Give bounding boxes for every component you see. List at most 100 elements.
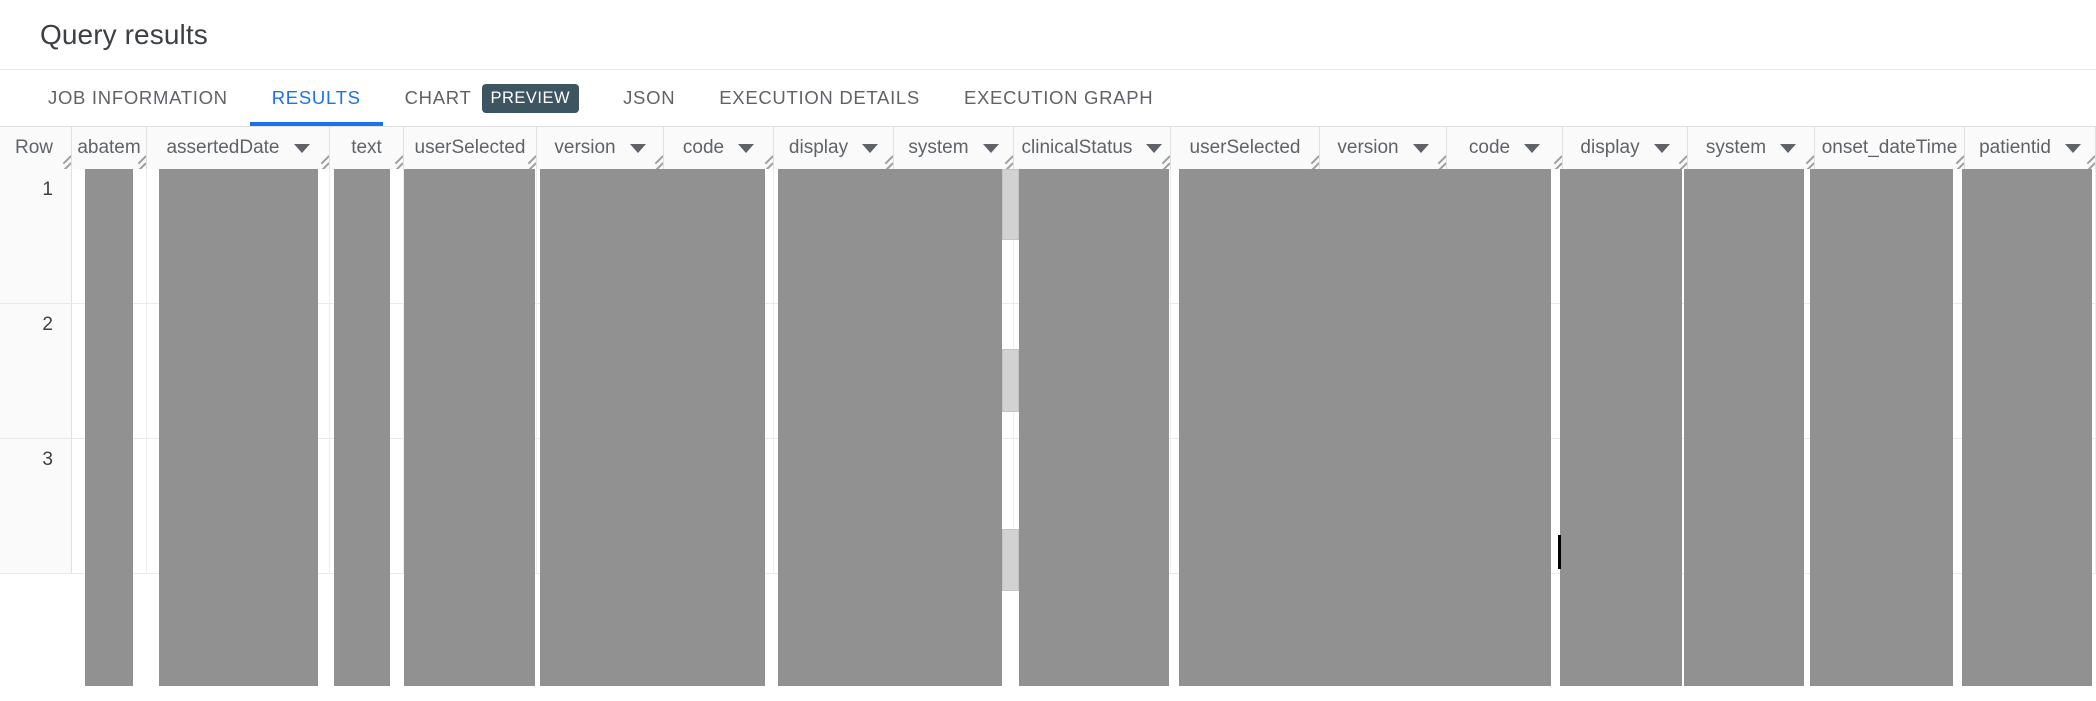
results-table: Row abatem assertedDate text userSelected ver…: [0, 126, 2096, 701]
column-header-system[interactable]: system: [1688, 127, 1815, 169]
tab-label: CHART: [404, 87, 472, 108]
row-number-cell[interactable]: 1: [0, 169, 72, 303]
column-resize-handle-icon[interactable]: [519, 152, 535, 168]
column-header-code[interactable]: code: [1447, 127, 1563, 169]
chevron-down-icon[interactable]: [1653, 143, 1670, 153]
row-number: 2: [42, 314, 53, 335]
panel-header: Query results: [0, 0, 2096, 70]
column-resize-handle-icon[interactable]: [312, 152, 328, 168]
column-header-version[interactable]: version: [537, 127, 664, 169]
column-header-label: display: [788, 137, 849, 158]
preview-badge: PREVIEW: [481, 83, 580, 113]
column-header-abatem[interactable]: abatem: [72, 127, 147, 169]
column-header-label: assertedDate: [166, 137, 280, 158]
column-header-userselected[interactable]: userSelected: [404, 127, 537, 169]
column-header-display[interactable]: display: [774, 127, 894, 169]
column-header-label: onset_dateTime: [1821, 137, 1958, 158]
column-resize-handle-icon[interactable]: [1797, 152, 1813, 168]
table-header-row: Row abatem assertedDate text userSelected ver…: [0, 127, 2096, 169]
column-header-label: code: [1468, 137, 1511, 158]
text-cursor-caret: [1558, 535, 1561, 569]
cell-scrollbar-thumb[interactable]: [1002, 349, 1019, 412]
column-header-label: userSelected: [1189, 137, 1301, 158]
column-header-label: display: [1580, 137, 1640, 158]
column-resize-handle-icon[interactable]: [1670, 152, 1686, 168]
column-header-label: userSelected: [414, 137, 526, 158]
column-header-asserteddate[interactable]: assertedDate: [147, 127, 330, 169]
redacted-cell-block: [1434, 169, 1551, 686]
column-header-label: version: [554, 137, 616, 158]
column-header-label: code: [682, 137, 725, 158]
redacted-cell-block: [404, 169, 535, 686]
column-resize-handle-icon[interactable]: [386, 152, 402, 168]
page-title: Query results: [40, 18, 208, 50]
tab-label: EXECUTION GRAPH: [963, 87, 1154, 108]
tab-json[interactable]: JSON: [601, 70, 697, 126]
column-header-code[interactable]: code: [664, 127, 774, 169]
chevron-down-icon[interactable]: [738, 143, 755, 153]
chevron-down-icon[interactable]: [1780, 143, 1797, 153]
tab-execution-graph[interactable]: EXECUTION GRAPH: [942, 70, 1175, 126]
column-resize-handle-icon[interactable]: [54, 152, 70, 168]
column-resize-handle-icon[interactable]: [876, 152, 892, 168]
row-number: 3: [42, 449, 53, 470]
column-header-userselected[interactable]: userSelected: [1171, 127, 1320, 169]
tab-execution-details[interactable]: EXECUTION DETAILS: [697, 70, 942, 126]
column-header-label: text: [351, 137, 382, 158]
column-resize-handle-icon[interactable]: [756, 152, 772, 168]
cell-scrollbar-thumb[interactable]: [1002, 529, 1019, 591]
redacted-cell-block: [85, 169, 133, 686]
column-header-label: clinicalStatus: [1021, 137, 1133, 158]
column-header-display[interactable]: display: [1563, 127, 1688, 169]
tab-results[interactable]: RESULTS: [249, 70, 383, 126]
redacted-cell-block: [334, 169, 390, 686]
column-header-label: system: [908, 137, 969, 158]
column-header-patientid[interactable]: patientid: [1965, 127, 2096, 169]
redacted-cell-block: [1316, 169, 1438, 686]
redacted-cell-block: [1179, 169, 1322, 686]
column-resize-handle-icon[interactable]: [1545, 152, 1561, 168]
row-number: 1: [42, 179, 53, 200]
column-resize-handle-icon[interactable]: [129, 152, 145, 168]
redacted-cell-block: [1684, 169, 1804, 686]
column-resize-handle-icon[interactable]: [1429, 152, 1445, 168]
column-resize-handle-icon[interactable]: [1153, 152, 1169, 168]
chevron-down-icon[interactable]: [1412, 143, 1429, 153]
redacted-cell-block: [159, 169, 318, 686]
column-header-text[interactable]: text: [330, 127, 404, 169]
tab-label: EXECUTION DETAILS: [719, 87, 920, 108]
tab-job-information[interactable]: JOB INFORMATION: [26, 70, 250, 126]
row-number-cell[interactable]: 3: [0, 439, 72, 573]
column-header-label: patientid: [1979, 137, 2051, 158]
redacted-cell-block: [1962, 169, 2092, 686]
results-tab-bar: JOB INFORMATION RESULTS CHART PREVIEW JSON EX…: [0, 70, 2096, 126]
query-results-panel: Query results JOB INFORMATION RESULTS CHAR…: [0, 0, 2096, 701]
chevron-down-icon[interactable]: [293, 143, 310, 153]
chevron-down-icon[interactable]: [629, 143, 646, 153]
redacted-cell-block: [655, 169, 765, 686]
column-resize-handle-icon[interactable]: [2078, 152, 2094, 168]
redacted-cell-block: [540, 169, 665, 686]
column-header-row[interactable]: Row: [0, 127, 72, 169]
column-resize-handle-icon[interactable]: [996, 152, 1012, 168]
column-resize-handle-icon[interactable]: [646, 152, 662, 168]
column-header-label: version: [1337, 137, 1399, 158]
column-header-system[interactable]: system: [894, 127, 1014, 169]
cell-scrollbar-thumb[interactable]: [1002, 169, 1019, 240]
chevron-down-icon[interactable]: [1524, 143, 1541, 153]
tab-chart[interactable]: CHART PREVIEW: [383, 70, 602, 126]
redacted-cell-block: [1019, 169, 1169, 686]
tab-label: JSON: [623, 87, 676, 108]
column-header-label: system: [1705, 137, 1767, 158]
row-number-cell[interactable]: 2: [0, 304, 72, 438]
tab-label: JOB INFORMATION: [48, 87, 228, 108]
redacted-cell-block: [778, 169, 893, 686]
redacted-cell-block: [1810, 169, 1953, 686]
column-resize-handle-icon[interactable]: [1947, 152, 1963, 168]
column-header-label: Row: [14, 137, 53, 158]
column-resize-handle-icon[interactable]: [1302, 152, 1318, 168]
column-header-version[interactable]: version: [1320, 127, 1447, 169]
column-header-onset_datetime[interactable]: onset_dateTime: [1815, 127, 1965, 169]
redacted-cell-block: [885, 169, 1002, 686]
column-header-clinicalstatus[interactable]: clinicalStatus: [1014, 127, 1171, 169]
